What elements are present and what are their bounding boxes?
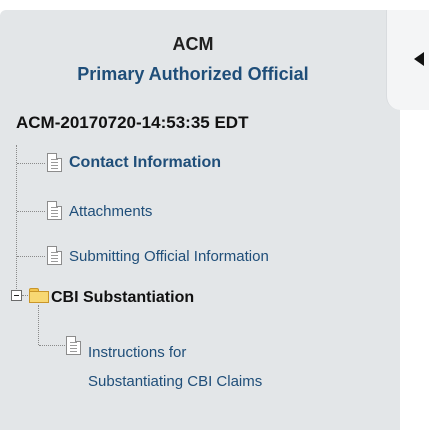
tree-item-contact-information[interactable]: Contact Information <box>69 154 221 172</box>
tree-item-instructions-line1[interactable]: Instructions for <box>88 344 186 361</box>
tree-branch-line <box>17 211 45 212</box>
tree-trunk-line <box>16 145 17 295</box>
role-title: Primary Authorized Official <box>77 64 309 84</box>
folder-open-icon <box>29 288 49 303</box>
tree-child-line <box>38 305 39 345</box>
document-icon <box>47 246 62 265</box>
submission-id: ACM-20170720-14:53:35 EDT <box>16 113 249 132</box>
document-icon <box>66 336 81 355</box>
tree-branch-line <box>17 256 45 257</box>
document-icon <box>47 153 62 172</box>
tree-branch-line <box>22 295 28 296</box>
tree-item-instructions-line2[interactable]: Substantiating CBI Claims <box>88 373 262 390</box>
document-icon <box>47 201 62 220</box>
tree-item-submitting-official-information[interactable]: Submitting Official Information <box>69 248 269 265</box>
chevron-left-icon[interactable] <box>414 52 424 66</box>
tree-item-cbi-substantiation[interactable]: CBI Substantiation <box>51 289 194 307</box>
tree-branch-line <box>39 345 65 346</box>
tree-branch-line <box>17 163 45 164</box>
minus-box-icon[interactable] <box>11 290 22 301</box>
org-title: ACM <box>172 34 214 54</box>
tree-item-attachments[interactable]: Attachments <box>69 203 152 220</box>
